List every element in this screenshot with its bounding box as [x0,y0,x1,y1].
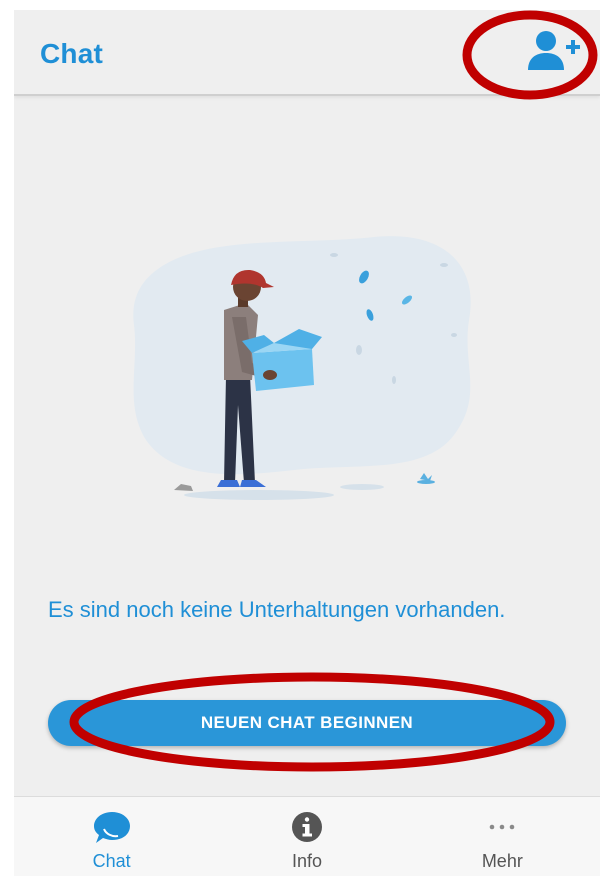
nav-item-chat[interactable]: Chat [14,797,209,876]
nav-item-info[interactable]: Info [209,797,404,876]
nav-label-info: Info [291,851,322,871]
more-dots-icon [482,809,522,845]
add-contact-button[interactable] [522,26,582,76]
nav-label-chat: Chat [92,851,131,871]
nav-item-more[interactable]: Mehr [405,797,600,876]
empty-state-message: Es sind noch keine Unterhaltungen vorhan… [48,597,506,622]
chat-bubble-icon [92,809,132,845]
info-icon [287,809,327,845]
app-screen: Chat Es sind noch keine Unterhaltungen v… [14,10,600,876]
bottom-navigation: Chat Info Mehr [14,796,600,876]
add-user-icon [528,31,580,70]
empty-state-illustration [124,225,494,515]
page-title: Chat [40,38,104,69]
app-header: Chat [14,10,600,96]
new-chat-button[interactable]: NEUEN CHAT BEGINNEN [48,700,566,746]
nav-label-more: Mehr [481,851,523,871]
